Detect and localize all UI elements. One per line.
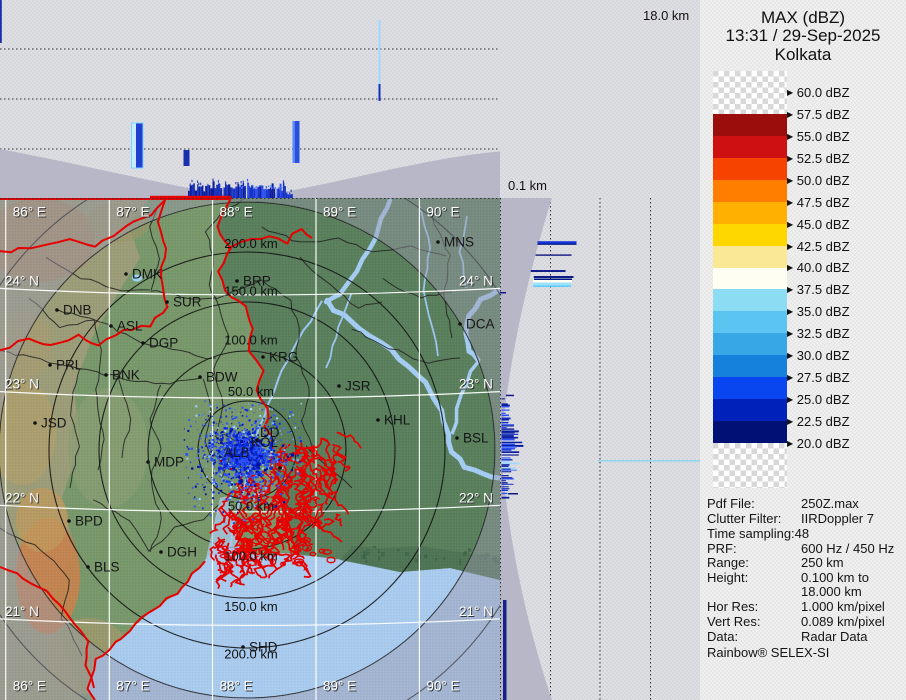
svg-text:22° N: 22° N: [459, 490, 493, 505]
svg-text:ASL: ASL: [117, 319, 143, 334]
svg-text:BPD: BPD: [75, 514, 103, 529]
svg-text:50.0 km: 50.0 km: [228, 384, 274, 399]
svg-text:150.0 km: 150.0 km: [224, 599, 277, 614]
svg-text:22° N: 22° N: [5, 490, 39, 505]
svg-text:88° E: 88° E: [220, 679, 253, 694]
svg-text:KOL: KOL: [251, 435, 279, 450]
svg-text:100.0 km: 100.0 km: [224, 333, 277, 348]
svg-text:24° N: 24° N: [5, 273, 39, 288]
svg-text:BLS: BLS: [94, 560, 120, 575]
svg-text:BSL: BSL: [463, 431, 489, 446]
svg-text:23° N: 23° N: [5, 377, 39, 392]
svg-text:PRL: PRL: [56, 358, 83, 373]
svg-text:90° E: 90° E: [426, 679, 459, 694]
svg-text:DGP: DGP: [149, 336, 178, 351]
svg-text:200.0 km: 200.0 km: [224, 647, 277, 662]
svg-text:BNK: BNK: [112, 368, 140, 383]
svg-text:21° N: 21° N: [459, 604, 493, 619]
svg-text:150.0 km: 150.0 km: [224, 284, 277, 299]
svg-text:87° E: 87° E: [116, 679, 149, 694]
svg-text:23° N: 23° N: [459, 377, 493, 392]
svg-text:89° E: 89° E: [323, 679, 356, 694]
svg-text:86° E: 86° E: [13, 205, 46, 220]
svg-text:KHL: KHL: [384, 413, 411, 428]
svg-text:24° N: 24° N: [459, 273, 493, 288]
svg-text:DNB: DNB: [63, 303, 92, 318]
svg-text:88° E: 88° E: [220, 205, 253, 220]
svg-text:SUR: SUR: [173, 295, 202, 310]
svg-text:DMK: DMK: [132, 267, 162, 282]
svg-text:21° N: 21° N: [5, 604, 39, 619]
svg-text:50.0 km: 50.0 km: [228, 499, 274, 514]
svg-text:90° E: 90° E: [426, 205, 459, 220]
svg-text:MDP: MDP: [154, 455, 184, 470]
svg-text:200.0 km: 200.0 km: [224, 236, 277, 251]
svg-text:86° E: 86° E: [13, 679, 46, 694]
svg-text:JSD: JSD: [41, 416, 67, 431]
svg-text:89° E: 89° E: [323, 205, 356, 220]
svg-text:ALB: ALB: [224, 445, 250, 460]
svg-text:100.0 km: 100.0 km: [224, 548, 277, 563]
svg-text:87° E: 87° E: [116, 205, 149, 220]
svg-text:BDW: BDW: [206, 370, 238, 385]
svg-text:DGH: DGH: [167, 545, 197, 560]
svg-text:KRG: KRG: [269, 350, 298, 365]
svg-text:DCA: DCA: [466, 317, 495, 332]
svg-text:MNS: MNS: [444, 235, 474, 250]
svg-text:JSR: JSR: [345, 379, 371, 394]
